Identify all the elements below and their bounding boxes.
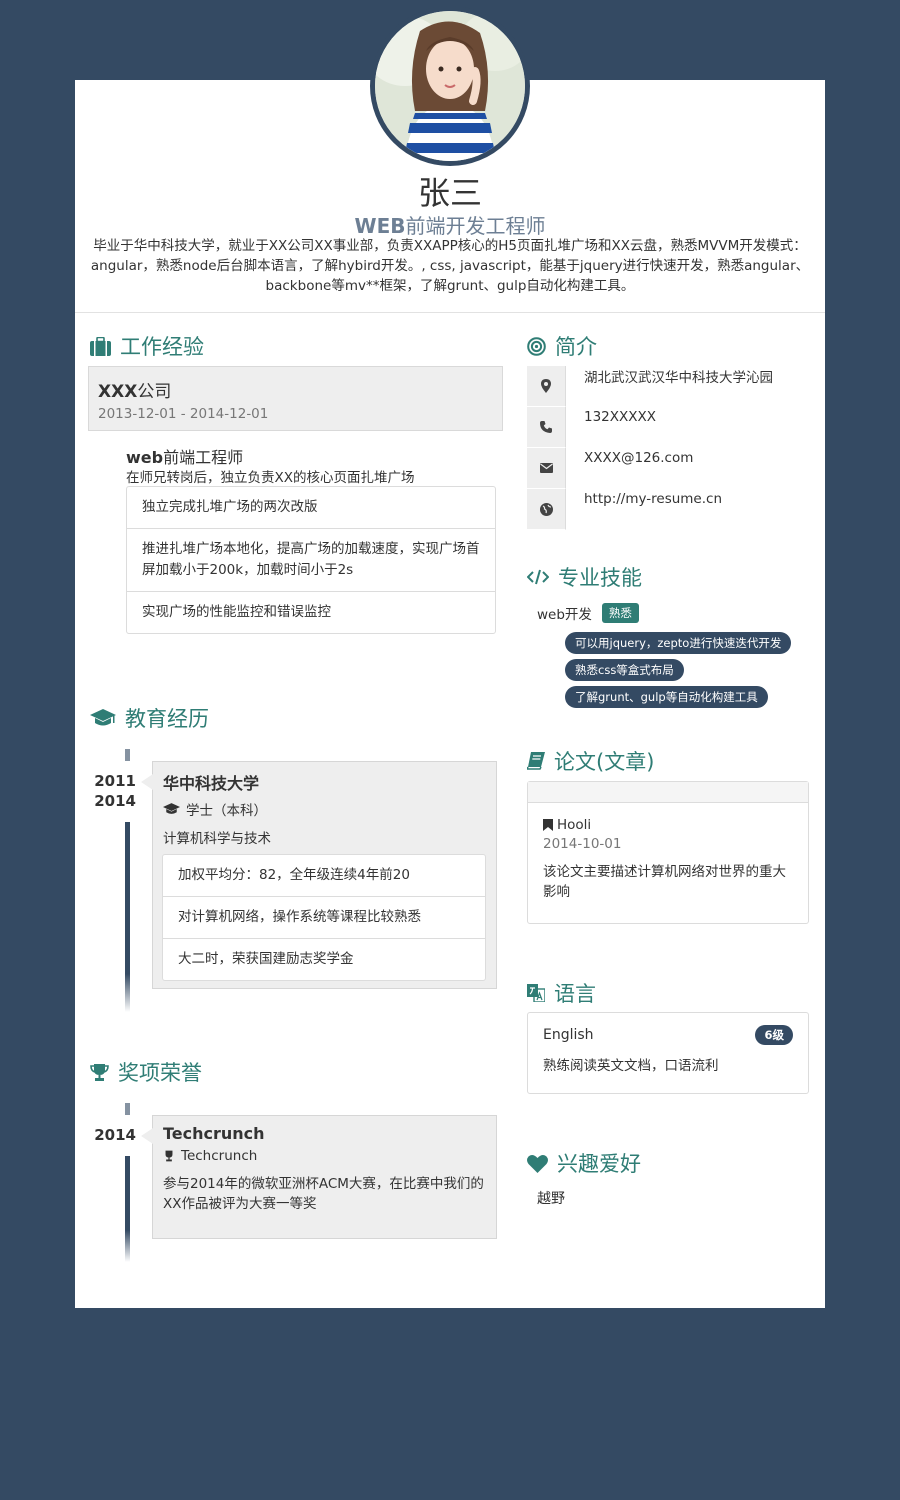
website-link[interactable]: http://my-resume.cn: [566, 491, 722, 507]
book-icon: [527, 752, 545, 770]
company-name-rest: 公司: [137, 382, 172, 402]
timeline-line-top: [125, 1103, 130, 1115]
language-name: English: [543, 1027, 594, 1043]
list-item: 推进扎堆广场本地化，提高广场的加载速度，实现广场首屏加载小于200k，加载时间小…: [127, 528, 495, 591]
company-name: XXX公司: [98, 377, 493, 402]
briefcase-icon: [90, 336, 111, 356]
translate-icon: [527, 984, 545, 1002]
skill-name-text: web开发: [537, 607, 592, 623]
map-marker-icon: [541, 379, 551, 393]
language-description: 熟练阅读英文文档，口语流利: [543, 1058, 719, 1074]
section-title-language: 语言: [527, 978, 596, 1008]
skill-level-badge: 熟悉: [601, 603, 639, 623]
paper-card-header: [528, 782, 808, 803]
section-title-hobbies: 兴趣爱好: [527, 1148, 641, 1178]
section-title-intro-text: 简介: [555, 335, 597, 359]
contact-address: 湖北武汉武汉华中科技大学沁园: [527, 366, 809, 407]
email-text: XXXX@126.com: [584, 449, 694, 466]
contact-email: XXXX@126.com: [527, 448, 809, 489]
section-title-skills-text: 专业技能: [558, 566, 642, 590]
section-title-work: 工作经验: [90, 331, 204, 361]
school-name: 华中科技大学: [163, 774, 260, 793]
list-item: 独立完成扎堆广场的两次改版: [142, 499, 318, 515]
paper-title: Hooli: [543, 817, 793, 833]
trophy-icon: [165, 1150, 173, 1162]
list-item: 实现广场的性能监控和错误监控: [127, 591, 495, 633]
section-title-papers: 论文(文章): [527, 746, 654, 776]
timeline-line-top: [125, 749, 130, 761]
section-title-hobbies-text: 兴趣爱好: [557, 1152, 641, 1176]
section-title-intro: 简介: [527, 331, 597, 361]
skill-tag: 了解grunt、gulp等自动化构建工具: [565, 686, 768, 708]
globe-icon: [539, 502, 553, 516]
section-title-language-text: 语言: [554, 982, 596, 1006]
role-bold: WEB: [354, 214, 406, 238]
contact-website[interactable]: http://my-resume.cn: [527, 489, 809, 530]
job-title: web前端工程师: [126, 444, 243, 468]
award-name: Techcrunch: [163, 1124, 265, 1143]
company-name-bold: XXX: [98, 382, 138, 402]
language-card: English 6级 熟练阅读英文文档，口语流利: [527, 1012, 809, 1094]
contact-list: 湖北武汉武汉华中科技大学沁园 132XXXXX XXXX@126.com htt…: [527, 366, 809, 530]
section-title-papers-text: 论文(文章): [554, 750, 655, 774]
role-rest: 前端开发工程师: [405, 214, 546, 238]
contact-phone: 132XXXXX: [527, 407, 809, 448]
address-text: 湖北武汉武汉华中科技大学沁园: [584, 369, 773, 386]
work-list: 独立完成扎堆广场的两次改版 推进扎堆广场本地化，提高广场的加载速度，实现广场首屏…: [126, 486, 496, 634]
job-description: 在师兄转岗后，独立负责XX的核心页面扎堆广场: [126, 470, 415, 486]
section-title-education: 教育经历: [90, 703, 209, 733]
trophy-icon: [90, 1063, 109, 1081]
timeline-year-start: 2011: [94, 772, 136, 790]
heart-icon: [527, 1154, 548, 1173]
code-icon: [527, 569, 549, 585]
section-title-education-text: 教育经历: [125, 707, 209, 731]
job-title-bold: web: [126, 448, 164, 467]
timeline-line: [125, 822, 130, 1012]
award-sub-text: Techcrunch: [181, 1148, 258, 1164]
language-level-badge: 6级: [755, 1025, 793, 1045]
skill-tag: 可以用jquery，zepto进行快速迭代开发: [565, 632, 792, 654]
timeline-year: 2014: [94, 1126, 136, 1144]
section-title-awards: 奖项荣誉: [90, 1057, 202, 1087]
degree-text: 学士（本科）: [186, 803, 267, 819]
company-date: 2013-12-01 - 2014-12-01: [98, 406, 269, 422]
skill-tag: 熟悉css等盒式布局: [565, 659, 684, 681]
phone-icon: [540, 421, 552, 433]
timeline-line: [125, 1156, 130, 1262]
award-card: Techcrunch Techcrunch 参与2014年的微软亚洲杯ACM大赛…: [141, 1115, 497, 1239]
summary: 毕业于华中科技大学，就业于XX公司XX事业部，负责XXAPP核心的H5页面扎堆广…: [90, 238, 810, 294]
job-title-rest: 前端工程师: [163, 448, 244, 467]
bookmark-icon: [543, 819, 553, 831]
skill-name: web开发 熟悉: [537, 603, 639, 623]
award-description: 参与2014年的微软亚洲杯ACM大赛，在比赛中我们的XX作品被评为大赛一等奖: [163, 1176, 484, 1212]
person-name: 张三: [417, 174, 482, 212]
degree: 学士（本科）: [163, 799, 486, 819]
job-role: WEB前端开发工程师: [0, 210, 900, 239]
section-title-skills: 专业技能: [527, 562, 642, 592]
header-divider: [75, 312, 825, 313]
paper-card: Hooli 2014-10-01 该论文主要描述计算机网络对世界的重大影响: [527, 781, 809, 924]
phone-text: 132XXXXX: [584, 408, 657, 425]
list-item: 大二时，荣获国建励志奖学金: [163, 938, 485, 980]
education-list: 加权平均分：82，全年级连续4年前20 对计算机网络，操作系统等课程比较熟悉 大…: [162, 854, 486, 981]
section-title-work-text: 工作经验: [120, 335, 204, 359]
paper-description: 该论文主要描述计算机网络对世界的重大影响: [543, 864, 786, 900]
paper-title-text: Hooli: [557, 817, 592, 833]
major: 计算机科学与技术: [163, 831, 271, 847]
avatar: [370, 6, 530, 166]
target-icon: [527, 336, 546, 356]
avatar-photo-icon: [375, 11, 525, 161]
graduation-cap-icon: [90, 709, 116, 726]
graduation-cap-icon: [163, 803, 180, 814]
list-item: 加权平均分：82，全年级连续4年前20: [178, 867, 410, 883]
timeline-year-end: 2014: [94, 792, 136, 810]
paper-date: 2014-10-01: [543, 836, 622, 852]
envelope-icon: [539, 463, 553, 473]
hobby-item: 越野: [537, 1191, 565, 1207]
section-title-awards-text: 奖项荣誉: [118, 1061, 202, 1085]
list-item: 对计算机网络，操作系统等课程比较熟悉: [163, 896, 485, 938]
company-box: XXX公司 2013-12-01 - 2014-12-01: [88, 366, 503, 431]
award-sub: Techcrunch: [163, 1148, 486, 1164]
